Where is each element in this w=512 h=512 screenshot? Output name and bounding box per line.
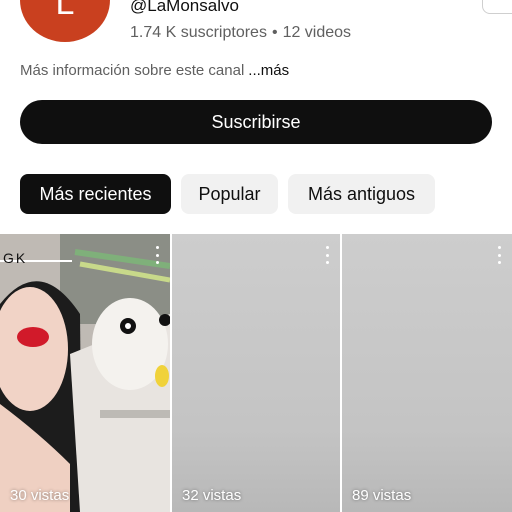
channel-handle: @LaMonsalvo	[130, 0, 239, 15]
thumb-caption: GK	[3, 250, 28, 266]
header-action-button[interactable]	[482, 0, 512, 14]
more-vert-icon[interactable]	[496, 246, 502, 264]
more-vert-icon[interactable]	[154, 246, 160, 264]
shorts-grid: GK 30 vistas 32 vistas 89 vistas	[0, 234, 512, 512]
stats-separator: •	[271, 24, 278, 41]
short-views: 32 vistas	[182, 487, 242, 504]
channel-about[interactable]: Más información sobre este canal ...más	[20, 62, 289, 79]
short-tile[interactable]: 89 vistas	[342, 234, 512, 512]
channel-stats: 1.74 K suscriptores • 12 videos	[130, 24, 351, 42]
subscriber-count: 1.74 K suscriptores	[130, 24, 267, 41]
subscribe-button[interactable]: Suscribirse	[20, 100, 492, 144]
more-vert-icon[interactable]	[324, 246, 330, 264]
short-views: 89 vistas	[352, 487, 412, 504]
channel-avatar[interactable]: L	[20, 0, 110, 42]
chip-popular[interactable]: Popular	[181, 174, 278, 214]
short-thumbnail	[0, 234, 170, 512]
chip-oldest[interactable]: Más antiguos	[288, 174, 435, 214]
short-views: 30 vistas	[10, 487, 70, 504]
about-more-link[interactable]: ...más	[248, 62, 289, 79]
video-count: 12 videos	[282, 24, 352, 41]
about-text[interactable]: Más información sobre este canal	[20, 62, 244, 79]
short-tile[interactable]: 32 vistas	[172, 234, 340, 512]
chip-most-recent[interactable]: Más recientes	[20, 174, 171, 214]
short-tile[interactable]: GK 30 vistas	[0, 234, 170, 512]
avatar-letter: L	[55, 0, 75, 22]
